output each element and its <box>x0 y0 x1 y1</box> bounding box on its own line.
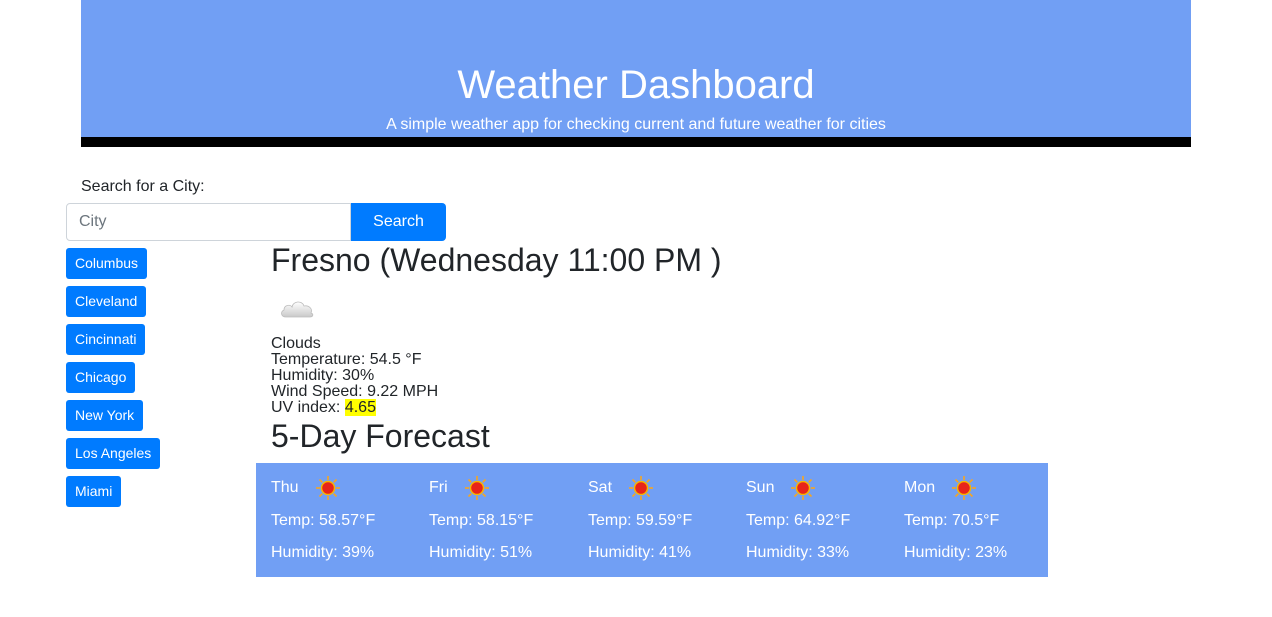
sun-icon <box>791 476 816 500</box>
search-label: Search for a City: <box>81 178 205 195</box>
page-subtitle: A simple weather app for checking curren… <box>386 116 886 133</box>
city-button-chicago[interactable]: Chicago <box>66 362 136 393</box>
forecast-day-card: Mon Temp: 70.5°F Humidity: 23% <box>889 463 1047 577</box>
forecast-humidity: Humidity: 51% <box>429 544 533 561</box>
page: Weather Dashboard A simple weather app f… <box>0 0 1272 617</box>
forecast-day-header: Thu <box>271 476 341 500</box>
forecast-humidity: Humidity: 39% <box>271 544 375 561</box>
forecast-day-header: Fri <box>429 476 490 500</box>
forecast-day-name: Thu <box>271 479 299 496</box>
forecast-temp: Temp: 58.57°F <box>271 512 376 529</box>
uv-index-label: UV index: <box>271 399 341 416</box>
city-button-cincinnati[interactable]: Cincinnati <box>66 324 146 355</box>
forecast-day-name: Fri <box>429 479 448 496</box>
sun-icon <box>464 476 489 500</box>
forecast-panel: Thu Temp: 58.57°F Humidity: 39% Fri Temp… <box>256 463 1048 577</box>
forecast-day-card: Sat Temp: 59.59°F Humidity: 41% <box>573 463 731 577</box>
city-button-los-angeles[interactable]: Los Angeles <box>66 438 161 469</box>
wind-speed-label: Wind Speed: <box>271 383 363 400</box>
sun-icon <box>629 476 654 500</box>
forecast-humidity: Humidity: 33% <box>746 544 850 561</box>
wind-speed-value: 9.22 MPH <box>367 383 439 400</box>
forecast-day-header: Mon <box>904 476 977 500</box>
forecast-day-name: Sat <box>588 479 613 496</box>
temperature-label: Temperature: <box>271 351 366 368</box>
city-button-new-york[interactable]: New York <box>66 400 144 431</box>
temperature-value: 54.5 °F <box>369 351 422 368</box>
forecast-day-header: Sat <box>588 476 654 500</box>
humidity-value: 30% <box>342 367 375 384</box>
forecast-day-name: Sun <box>746 479 775 496</box>
weather-condition: Clouds <box>271 335 321 352</box>
humidity-row: Humidity: 30% <box>271 368 438 384</box>
forecast-humidity: Humidity: 23% <box>904 544 1008 561</box>
cloud-icon <box>281 301 314 318</box>
humidity-label: Humidity: <box>271 367 338 384</box>
page-header: Weather Dashboard A simple weather app f… <box>81 0 1191 147</box>
current-city-heading: Fresno (Wednesday 11:00 PM ) <box>271 242 722 278</box>
forecast-temp: Temp: 59.59°F <box>588 512 693 529</box>
forecast-day-card: Fri Temp: 58.15°F Humidity: 51% <box>414 463 572 577</box>
current-weather-details: Clouds Temperature: 54.5 °F Humidity: 30… <box>271 336 438 416</box>
forecast-temp: Temp: 64.92°F <box>746 512 851 529</box>
city-button-cleveland[interactable]: Cleveland <box>66 286 147 317</box>
forecast-day-card: Sun Temp: 64.92°F Humidity: 33% <box>731 463 889 577</box>
city-search-input[interactable] <box>66 203 351 241</box>
city-button-columbus[interactable]: Columbus <box>66 248 148 279</box>
uv-index-value: 4.65 <box>344 399 376 416</box>
forecast-day-header: Sun <box>746 476 816 500</box>
forecast-day-name: Mon <box>904 479 936 496</box>
sun-icon <box>315 476 340 500</box>
forecast-humidity: Humidity: 41% <box>588 544 692 561</box>
forecast-temp: Temp: 70.5°F <box>904 512 1000 529</box>
wind-speed-row: Wind Speed: 9.22 MPH <box>271 384 438 400</box>
forecast-temp: Temp: 58.15°F <box>429 512 534 529</box>
temperature-row: Temperature: 54.5 °F <box>271 352 438 368</box>
forecast-day-card: Thu Temp: 58.57°F Humidity: 39% <box>256 463 414 577</box>
city-button-miami[interactable]: Miami <box>66 476 122 507</box>
uv-index-row: UV index: 4.65 <box>271 399 438 416</box>
search-button[interactable]: Search <box>351 203 446 241</box>
forecast-title: 5-Day Forecast <box>271 418 490 454</box>
sun-icon <box>952 476 977 500</box>
city-history-list: Columbus Cleveland Cincinnati Chicago Ne… <box>66 248 186 514</box>
page-title: Weather Dashboard <box>457 63 815 107</box>
